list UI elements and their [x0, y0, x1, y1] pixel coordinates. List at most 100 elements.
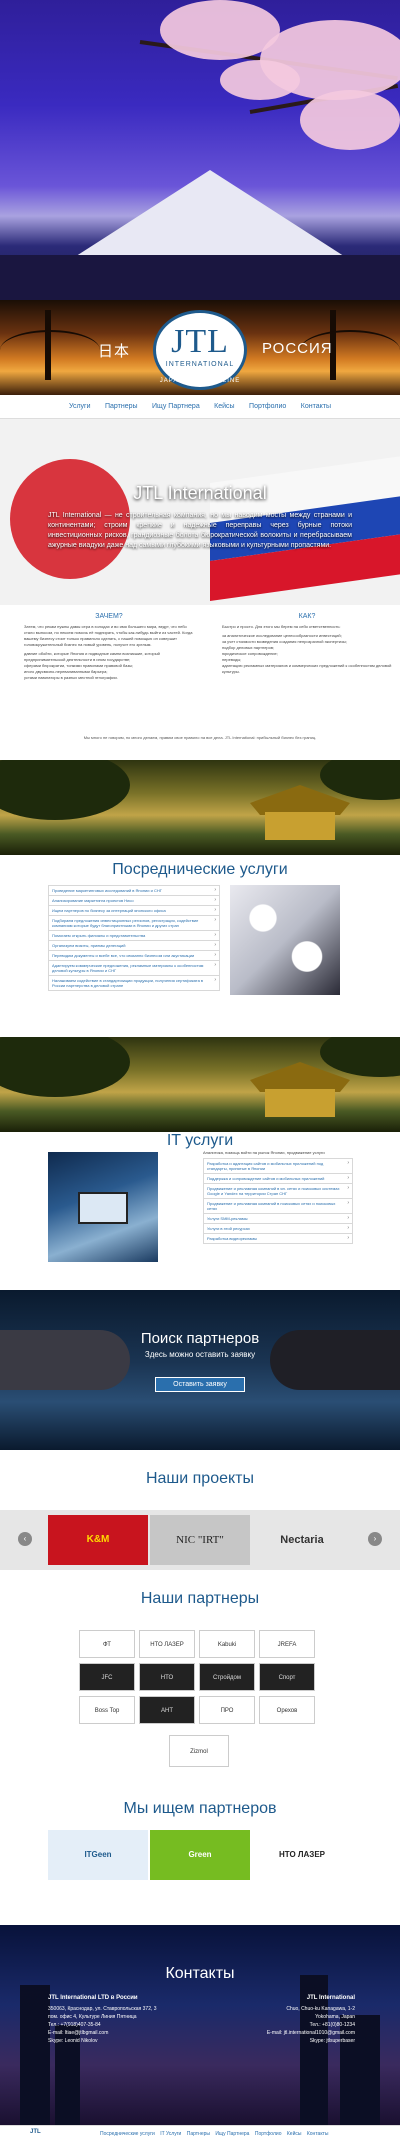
- temple-banner: [0, 760, 400, 855]
- service-label: Ищем партнеров по бизнесу за интернаций …: [52, 908, 166, 913]
- partner-logo[interactable]: Boss Top: [79, 1696, 135, 1724]
- it-item[interactable]: Услуги SMM-рекламы ›: [203, 1213, 353, 1223]
- partner-logo[interactable]: Спорт: [259, 1663, 315, 1691]
- partner-logo[interactable]: Орехов: [259, 1696, 315, 1724]
- chevron-right-icon[interactable]: ›: [368, 1532, 382, 1546]
- partner-logo[interactable]: НТО ЛАЗЕР: [139, 1630, 195, 1658]
- seeking-logo[interactable]: Green: [150, 1830, 250, 1880]
- project-logo[interactable]: NIC "IRT": [150, 1515, 250, 1565]
- partner-logo[interactable]: Стройдом: [199, 1663, 255, 1691]
- it-item[interactable]: Услуги в этой ресурсах ›: [203, 1223, 353, 1233]
- handshake-photo: [230, 885, 340, 995]
- chevron-right-icon: ›: [347, 1215, 349, 1221]
- service-item[interactable]: Переводим документы и всебе все, что свя…: [48, 950, 220, 960]
- footer-logo[interactable]: JTL: [30, 2129, 41, 2135]
- chevron-right-icon: ›: [214, 932, 216, 938]
- nav-cases[interactable]: Кейсы: [214, 403, 234, 410]
- how-title: КАК?: [298, 613, 316, 620]
- partner-logo[interactable]: JREFA: [259, 1630, 315, 1658]
- search-title: Поиск партнеров: [140, 1330, 260, 1347]
- nav-partners[interactable]: Партнеры: [105, 403, 138, 410]
- footer-nav-item[interactable]: Контакты: [307, 2131, 329, 2137]
- projects-carousel: ‹ K&M NIC "IRT" Nectaria ›: [0, 1510, 400, 1570]
- it-item[interactable]: Продвижение и рекламная компаний в яп. с…: [203, 1183, 353, 1198]
- service-item[interactable]: Анализирование маркетинга проектов Нисо ›: [48, 895, 220, 905]
- nav-contacts[interactable]: Контакты: [301, 403, 331, 410]
- contact-line: 350063, Краснодар, ул. Ставропольская 37…: [48, 2006, 157, 2012]
- projects-title: Наши проекты: [145, 1470, 255, 1487]
- logo-text: JTL: [171, 323, 229, 360]
- partner-logo[interactable]: ПРО: [199, 1696, 255, 1724]
- laptop-screen: [78, 1192, 128, 1224]
- seeking-logo[interactable]: НТО ЛАЗЕР: [252, 1830, 352, 1880]
- chevron-right-icon: ›: [214, 962, 216, 968]
- search-subtitle: Здесь можно оставить заявку: [144, 1350, 256, 1359]
- contacts-title: Контакты: [165, 1965, 235, 1982]
- contact-email[interactable]: E-mail: ltiae@jtlbgmail.com: [48, 2029, 198, 2037]
- chevron-right-icon: ›: [347, 1235, 349, 1241]
- temple-building: [265, 1089, 335, 1117]
- footer-nav-item[interactable]: Ищу Партнера: [215, 2131, 249, 2137]
- why-text: Затем, что рекам нужны дамы сера в холод…: [24, 624, 193, 647]
- it-services: IT услуги Аналитика, помощь войти на рын…: [0, 1132, 400, 1290]
- intro-section: JTL International JTL International — не…: [0, 419, 400, 605]
- chevron-right-icon: ›: [347, 1160, 349, 1166]
- service-item[interactable]: Проведение маркетинговых исследований в …: [48, 885, 220, 895]
- service-item[interactable]: Ищем партнеров по бизнесу за интернаций …: [48, 905, 220, 915]
- it-item[interactable]: Разработка видеорекламы ›: [203, 1233, 353, 1244]
- project-logo[interactable]: Nectaria: [252, 1515, 352, 1565]
- it-label: Продвижение и рекламная компаний в поиск…: [207, 1201, 336, 1211]
- leave-request-button[interactable]: Оставить заявку: [155, 1377, 245, 1392]
- nav-portfolio[interactable]: Портфолио: [249, 403, 286, 410]
- chevron-left-icon[interactable]: ‹: [18, 1532, 32, 1546]
- nav-find-partner[interactable]: Ищу Партнера: [152, 403, 200, 410]
- it-label: Разработка видеорекламы: [207, 1236, 258, 1241]
- nav-services[interactable]: Услуги: [69, 403, 91, 410]
- temple-banner: [0, 1037, 400, 1132]
- footer-nav-item[interactable]: Портфолио: [255, 2131, 282, 2137]
- service-label: Анализирование маркетинга проектов Нисо: [52, 898, 134, 903]
- tree-foliage: [320, 1037, 400, 1077]
- why-item: давние обойти, которые Япония и подводны…: [24, 651, 160, 662]
- intro-text: JTL International — не строительная комп…: [48, 512, 352, 549]
- contact-email[interactable]: E-mail: jtl.international1010@gmail.com: [205, 2029, 355, 2037]
- logo-banner: 日本 РОССИЯ JTL INTERNATIONAL JAPAN TRADIN…: [0, 300, 400, 395]
- partner-logo[interactable]: JFC: [79, 1663, 135, 1691]
- intermediary-title: Посреднические услуги: [112, 861, 288, 878]
- footer-nav-item[interactable]: IT Услуги: [160, 2131, 181, 2137]
- partner-logo[interactable]: НТО: [139, 1663, 195, 1691]
- seeking-logo[interactable]: ITGeen: [48, 1830, 148, 1880]
- service-item[interactable]: Помогаем открыть филиалы и представитель…: [48, 930, 220, 940]
- seeking-title: Мы ищем партнеров: [123, 1800, 277, 1817]
- service-item[interactable]: Адаптируем коммерческие предложения, рек…: [48, 960, 220, 975]
- it-item[interactable]: Разработка и адаптация сайтов и мобильны…: [203, 1158, 353, 1173]
- japan-text: 日本: [98, 343, 131, 360]
- partner-logo[interactable]: ФТ: [79, 1630, 135, 1658]
- it-item[interactable]: Поддержка и сопровождение сайтов и мобил…: [203, 1173, 353, 1183]
- footer-nav-item[interactable]: Партнеры: [187, 2131, 210, 2137]
- why-title: ЗАЧЕМ?: [95, 613, 123, 620]
- russia-text: РОССИЯ: [262, 340, 333, 357]
- partner-search-banner: Поиск партнеров Здесь можно оставить зая…: [0, 1290, 400, 1450]
- footer-nav-item[interactable]: Посреднические услуги: [100, 2131, 155, 2137]
- tree-foliage: [0, 760, 130, 820]
- project-logo[interactable]: K&M: [48, 1515, 148, 1565]
- chevron-right-icon: ›: [347, 1200, 349, 1206]
- chevron-right-icon: ›: [214, 952, 216, 958]
- mount-fuji: [70, 170, 350, 260]
- service-item[interactable]: Налаживаем содействие в стандартизации п…: [48, 975, 220, 991]
- partner-logo[interactable]: АНТ: [139, 1696, 195, 1724]
- service-label: Адаптируем коммерческие предложения, рек…: [52, 963, 204, 973]
- chevron-right-icon: ›: [214, 887, 216, 893]
- hero-banner: [0, 0, 400, 300]
- partner-logo[interactable]: Kabuki: [199, 1630, 255, 1658]
- it-list: Разработка и адаптация сайтов и мобильны…: [203, 1158, 353, 1244]
- tagline: JAPAN TRADING LINE: [159, 378, 241, 384]
- it-item[interactable]: Продвижение и рекламная компаний в поиск…: [203, 1198, 353, 1213]
- partner-logo[interactable]: Zizmol: [169, 1735, 229, 1767]
- service-item[interactable]: Подбираем предложения инвестиционных рег…: [48, 915, 220, 930]
- contact-line: Тел.: +81(0)80-1234: [309, 2022, 355, 2028]
- service-item[interactable]: Организуем визиты, приемы делегаций ›: [48, 940, 220, 950]
- chevron-right-icon: ›: [214, 907, 216, 913]
- footer-nav-item[interactable]: Кейсы: [287, 2131, 302, 2137]
